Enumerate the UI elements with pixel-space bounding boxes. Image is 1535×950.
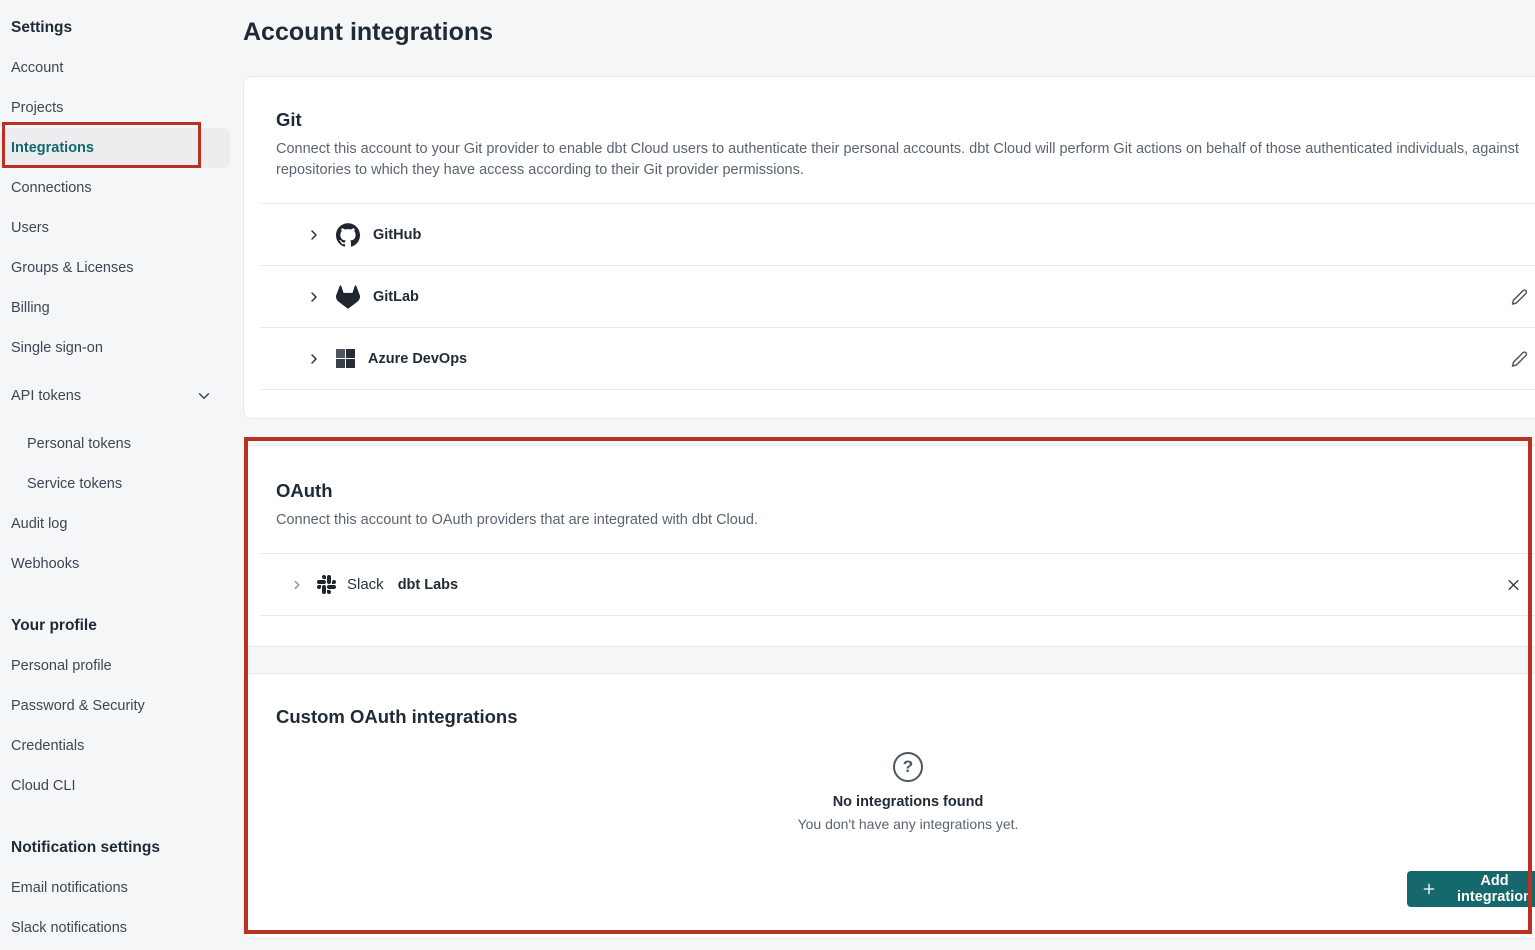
plus-icon [1421, 881, 1437, 897]
sidebar-item-api-tokens[interactable]: API tokens [0, 376, 243, 416]
oauth-section-title: OAuth [276, 480, 1535, 502]
sidebar-section-notification-settings: Notification settings [0, 828, 243, 868]
oauth-provider-label: Slack [347, 576, 384, 593]
chevron-right-icon[interactable] [306, 227, 322, 243]
main-content: Account integrations Git Connect this ac… [243, 0, 1535, 950]
oauth-row-slack[interactable]: Slack dbt Labs [260, 553, 1535, 616]
empty-state-subtitle: You don't have any integrations yet. [244, 816, 1535, 832]
github-icon [336, 223, 360, 247]
sidebar-item-integrations[interactable]: Integrations [0, 128, 230, 168]
page-title: Account integrations [243, 14, 1535, 50]
add-integration-label: Add integration [1446, 873, 1535, 905]
git-row-label: GitLab [373, 289, 419, 305]
chevron-right-icon[interactable] [306, 351, 322, 367]
oauth-integration-name: dbt Labs [398, 577, 458, 593]
azure-devops-icon [336, 349, 355, 368]
account-integrations-page: Settings Account Projects Integrations C… [0, 0, 1535, 950]
sidebar-item-groups-licenses[interactable]: Groups & Licenses [0, 248, 243, 288]
sidebar-item-users[interactable]: Users [0, 208, 243, 248]
sidebar-item-service-tokens[interactable]: Service tokens [0, 464, 243, 504]
oauth-section-description: Connect this account to OAuth providers … [276, 510, 1535, 531]
empty-state-title: No integrations found [244, 794, 1535, 810]
git-section-description: Connect this account to your Git provide… [276, 139, 1535, 181]
git-section-card: Git Connect this account to your Git pro… [243, 76, 1535, 419]
chevron-down-icon[interactable] [195, 387, 213, 405]
sidebar-item-credentials[interactable]: Credentials [0, 726, 243, 766]
question-mark-icon: ? [893, 752, 923, 782]
git-row-label: Azure DevOps [368, 351, 467, 367]
gitlab-icon [336, 285, 360, 309]
sidebar-item-billing[interactable]: Billing [0, 288, 243, 328]
sidebar-item-webhooks[interactable]: Webhooks [0, 544, 243, 584]
git-provider-list: GitHub GitLab [260, 203, 1535, 390]
sidebar-item-account[interactable]: Account [0, 48, 243, 88]
oauth-provider-list: Slack dbt Labs [260, 553, 1535, 616]
git-row-label: GitHub [373, 227, 421, 243]
edit-pencil-icon[interactable] [1509, 348, 1530, 369]
custom-oauth-section-title: Custom OAuth integrations [276, 706, 1535, 728]
sidebar-item-email-notifications[interactable]: Email notifications [0, 868, 243, 908]
sidebar-item-cloud-cli[interactable]: Cloud CLI [0, 766, 243, 806]
chevron-right-icon[interactable] [306, 289, 322, 305]
sidebar-item-password-security[interactable]: Password & Security [0, 686, 243, 726]
git-row-gitlab[interactable]: GitLab [260, 265, 1535, 327]
sidebar-item-personal-tokens[interactable]: Personal tokens [0, 424, 243, 464]
sidebar-item-audit-log[interactable]: Audit log [0, 504, 243, 544]
sidebar-item-personal-profile[interactable]: Personal profile [0, 646, 243, 686]
sidebar-item-projects[interactable]: Projects [0, 88, 243, 128]
custom-oauth-section-card: Custom OAuth integrations ? No integrati… [243, 673, 1535, 939]
edit-pencil-icon[interactable] [1509, 286, 1530, 307]
slack-icon [317, 575, 336, 594]
git-section-title: Git [276, 109, 1535, 131]
sidebar-item-single-sign-on[interactable]: Single sign-on [0, 328, 243, 368]
sidebar-section-settings: Settings [0, 8, 243, 48]
oauth-section-card: OAuth Connect this account to OAuth prov… [243, 445, 1535, 647]
chevron-right-icon[interactable] [290, 578, 304, 592]
sidebar-section-your-profile: Your profile [0, 606, 243, 646]
sidebar-item-slack-notifications[interactable]: Slack notifications [0, 908, 243, 948]
git-row-azure-devops[interactable]: Azure DevOps [260, 327, 1535, 390]
settings-sidebar: Settings Account Projects Integrations C… [0, 0, 243, 950]
empty-state: ? No integrations found You don't have a… [244, 752, 1535, 832]
git-row-github[interactable]: GitHub [260, 203, 1535, 265]
close-icon[interactable] [1504, 575, 1523, 594]
add-integration-button[interactable]: Add integration [1407, 871, 1535, 907]
sidebar-item-connections[interactable]: Connections [0, 168, 243, 208]
